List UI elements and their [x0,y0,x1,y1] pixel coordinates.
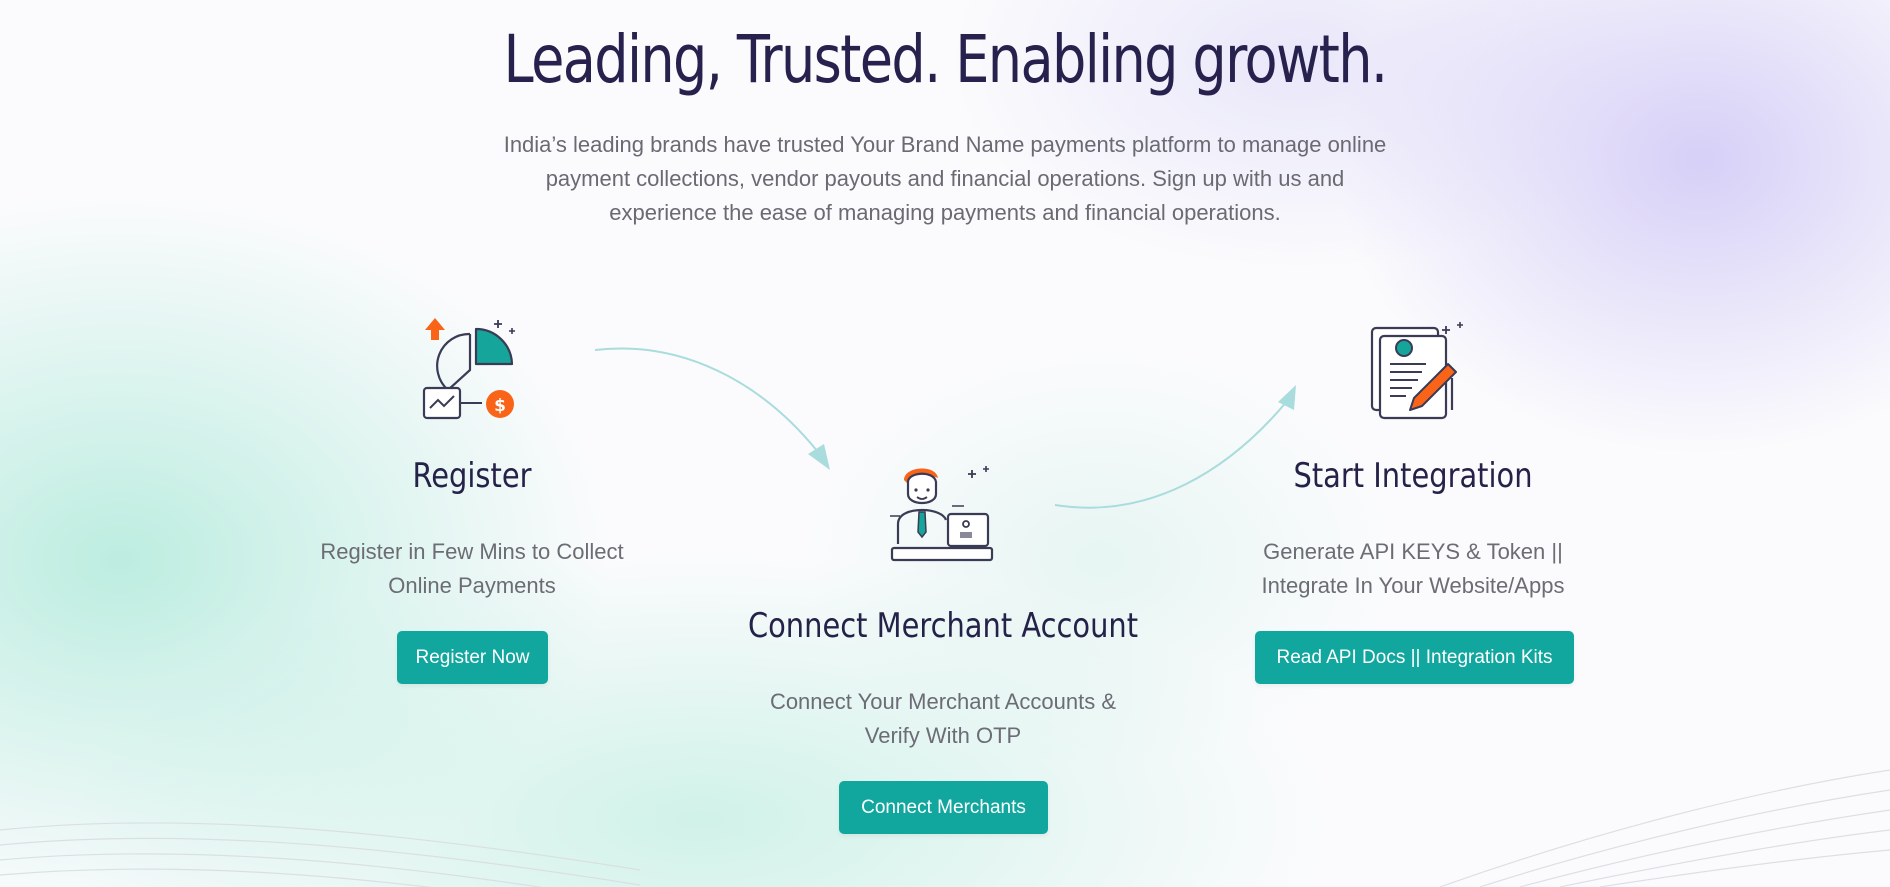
flow-arrow-1 [594,347,830,470]
step-title-register: Register [412,456,532,496]
step-description-start-integration: Generate API KEYS & Token || Integrate I… [1261,539,1565,598]
step-title-start-integration: Start Integration [1293,456,1533,496]
merchant-person-icon [890,466,994,562]
step-description-connect-merchant: Connect Your Merchant Accounts & Verify … [769,689,1117,748]
flow-arrow-2 [1054,385,1296,509]
page-title: Leading, Trusted. Enabling growth. [503,21,1389,98]
step-title-connect-merchant: Connect Merchant Account [747,606,1139,646]
document-signing-icon [1370,322,1463,420]
connect-merchants-button[interactable]: Connect Merchants [839,781,1048,834]
step-description-register: Register in Few Mins to Collect Online P… [320,539,624,598]
analytics-chart-icon: $ [422,318,515,420]
read-api-docs-button[interactable]: Read API Docs || Integration Kits [1255,631,1574,684]
register-now-button[interactable]: Register Now [397,631,548,684]
svg-text:$: $ [494,396,506,416]
page-description: India’s leading brands have trusted Your… [503,132,1387,225]
